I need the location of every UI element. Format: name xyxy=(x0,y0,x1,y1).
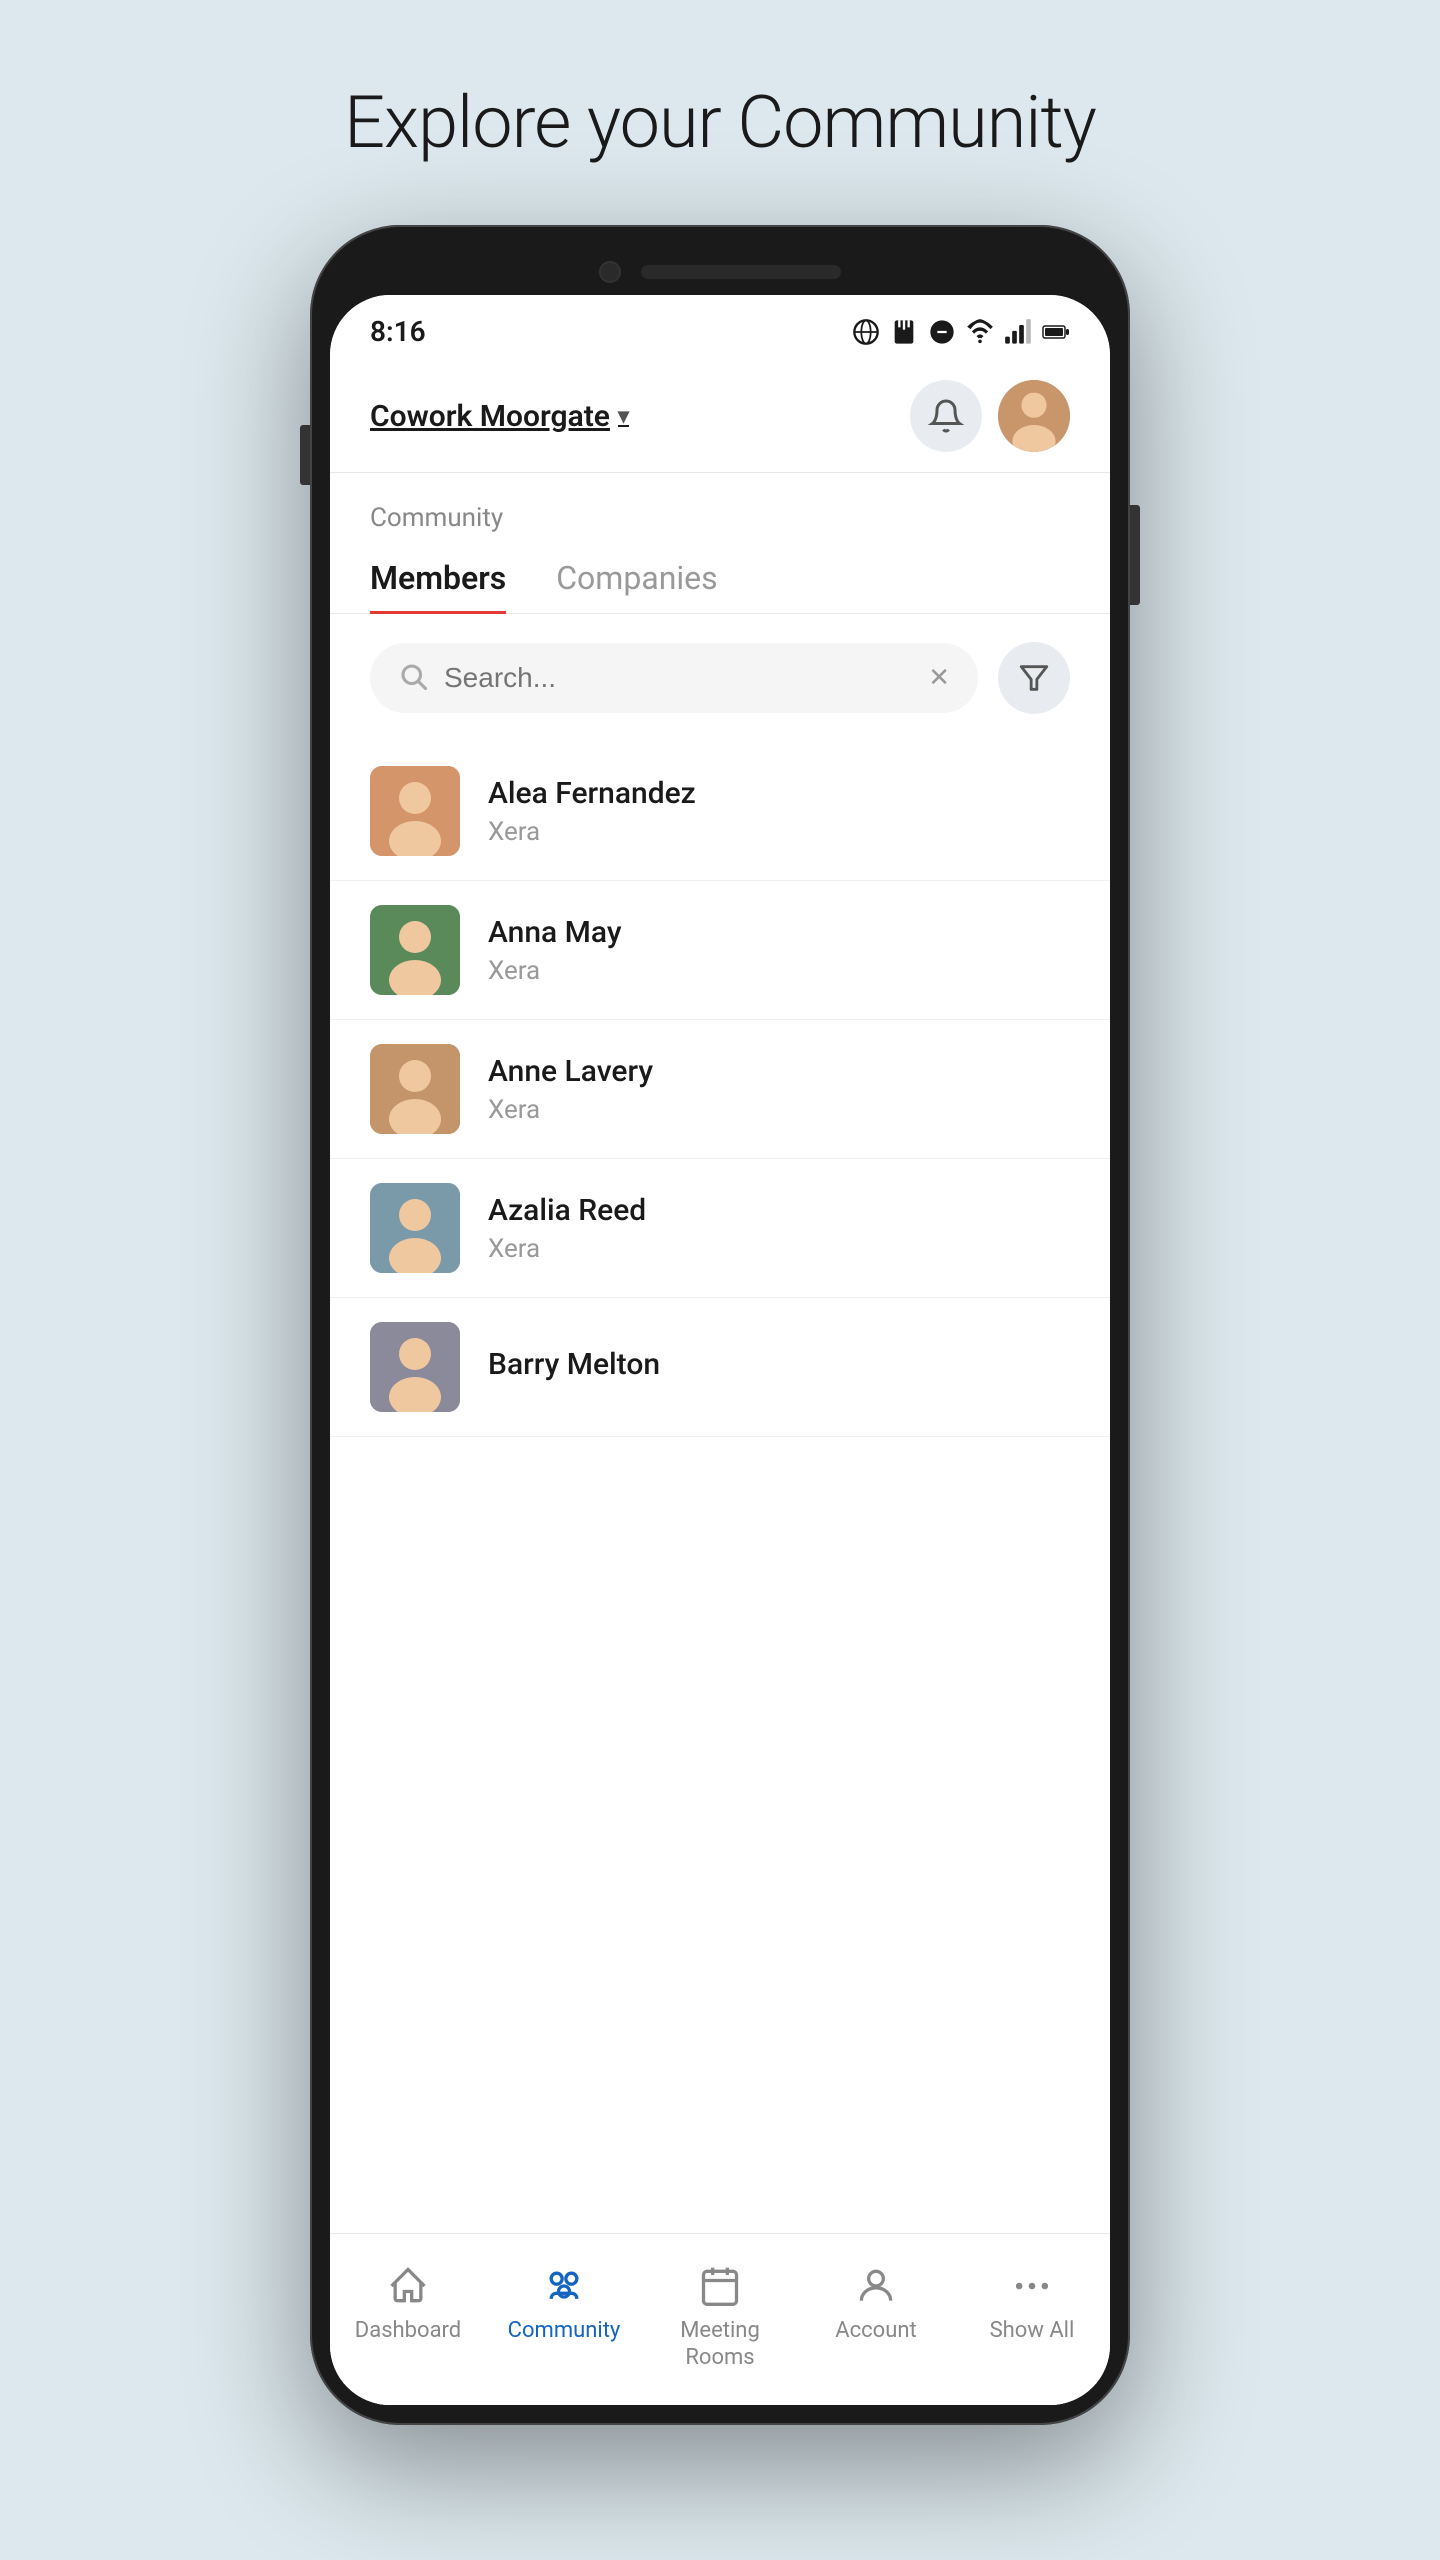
member-company: Xera xyxy=(488,1095,653,1125)
account-icon xyxy=(852,2262,900,2310)
member-avatar xyxy=(370,905,460,995)
member-avatar xyxy=(370,1322,460,1412)
status-icons xyxy=(852,318,1070,346)
avatar-svg xyxy=(370,905,460,995)
phone-notch xyxy=(330,245,1110,295)
phone-screen: 8:16 Cowork Moorgate ▾ xyxy=(330,295,1110,2405)
user-avatar[interactable] xyxy=(998,380,1070,452)
member-item[interactable]: Barry Melton xyxy=(330,1298,1110,1437)
community-icon xyxy=(540,2262,588,2310)
member-name: Barry Melton xyxy=(488,1347,660,1382)
community-svg xyxy=(542,2264,586,2308)
nav-label-dashboard: Dashboard xyxy=(355,2318,461,2344)
tab-members[interactable]: Members xyxy=(370,543,506,613)
member-name: Anna May xyxy=(488,915,622,950)
member-avatar xyxy=(370,766,460,856)
member-info: Anna May Xera xyxy=(488,915,622,986)
tabs-container: Members Companies xyxy=(330,543,1110,614)
home-icon xyxy=(386,2264,430,2308)
member-item[interactable]: Anne Lavery Xera xyxy=(330,1020,1110,1159)
member-company: Xera xyxy=(488,1234,646,1264)
member-name: Alea Fernandez xyxy=(488,776,696,811)
status-bar: 8:16 xyxy=(330,295,1110,360)
notification-button[interactable] xyxy=(910,380,982,452)
section-label: Community xyxy=(330,473,1110,543)
member-info: Barry Melton xyxy=(488,1347,660,1388)
avatar-svg xyxy=(370,766,460,856)
signal-icon xyxy=(1004,318,1032,346)
nav-item-show-all[interactable]: Show All xyxy=(954,2252,1110,2381)
nav-label-meeting-rooms: Meeting Rooms xyxy=(680,2318,760,2371)
workspace-selector[interactable]: Cowork Moorgate ▾ xyxy=(370,399,629,434)
member-company: Xera xyxy=(488,956,622,986)
speaker xyxy=(641,265,841,279)
avatar-svg xyxy=(370,1044,460,1134)
clear-icon[interactable]: ✕ xyxy=(928,663,950,693)
nav-item-meeting-rooms[interactable]: Meeting Rooms xyxy=(642,2252,798,2381)
member-info: Alea Fernandez Xera xyxy=(488,776,696,847)
sd-card-icon xyxy=(890,318,918,346)
member-list: Alea Fernandez Xera xyxy=(330,742,1110,2233)
filter-button[interactable] xyxy=(998,642,1070,714)
header-actions xyxy=(910,380,1070,452)
bell-icon xyxy=(928,398,964,434)
avatar-placeholder xyxy=(370,1322,460,1412)
status-time: 8:16 xyxy=(370,315,426,348)
search-svg xyxy=(398,661,428,691)
member-info: Anne Lavery Xera xyxy=(488,1054,653,1125)
avatar-placeholder xyxy=(370,1183,460,1273)
workspace-name-text: Cowork Moorgate xyxy=(370,399,610,434)
meeting-rooms-icon xyxy=(696,2262,744,2310)
side-button-right xyxy=(1130,505,1140,605)
camera xyxy=(599,261,621,283)
globe-icon xyxy=(852,318,880,346)
dots-icon xyxy=(1010,2264,1054,2308)
nav-item-community[interactable]: Community xyxy=(486,2252,642,2381)
chevron-down-icon: ▾ xyxy=(618,404,629,429)
wifi-icon xyxy=(966,318,994,346)
nav-label-account: Account xyxy=(835,2318,916,2344)
app-header: Cowork Moorgate ▾ xyxy=(330,360,1110,473)
avatar-image xyxy=(998,380,1070,452)
phone-frame: 8:16 Cowork Moorgate ▾ xyxy=(310,225,1130,2425)
nav-label-community: Community xyxy=(508,2318,621,2344)
avatar-svg xyxy=(370,1183,460,1273)
filter-icon xyxy=(1017,661,1051,695)
side-button-left xyxy=(300,425,310,485)
search-icon xyxy=(398,661,428,695)
avatar-svg xyxy=(370,1322,460,1412)
member-avatar xyxy=(370,1183,460,1273)
avatar-placeholder xyxy=(370,905,460,995)
member-name: Azalia Reed xyxy=(488,1193,646,1228)
member-name: Anne Lavery xyxy=(488,1054,653,1089)
search-input[interactable] xyxy=(444,662,912,694)
show-all-icon xyxy=(1008,2262,1056,2310)
avatar-placeholder xyxy=(370,766,460,856)
member-avatar xyxy=(370,1044,460,1134)
calendar-icon xyxy=(698,2264,742,2308)
bottom-nav: Dashboard Community xyxy=(330,2233,1110,2405)
page-title: Explore your Community xyxy=(344,80,1096,165)
member-item[interactable]: Alea Fernandez Xera xyxy=(330,742,1110,881)
person-icon xyxy=(854,2264,898,2308)
nav-label-show-all: Show All xyxy=(990,2318,1075,2344)
nav-item-account[interactable]: Account xyxy=(798,2252,954,2381)
search-row: ✕ xyxy=(330,614,1110,742)
tab-companies[interactable]: Companies xyxy=(556,543,717,613)
nav-item-dashboard[interactable]: Dashboard xyxy=(330,2252,486,2381)
member-info: Azalia Reed Xera xyxy=(488,1193,646,1264)
member-company: Xera xyxy=(488,817,696,847)
avatar-placeholder xyxy=(370,1044,460,1134)
member-item[interactable]: Anna May Xera xyxy=(330,881,1110,1020)
member-item[interactable]: Azalia Reed Xera xyxy=(330,1159,1110,1298)
search-input-wrap[interactable]: ✕ xyxy=(370,643,978,713)
dashboard-icon xyxy=(384,2262,432,2310)
avatar-svg xyxy=(998,380,1070,452)
battery-icon xyxy=(1042,318,1070,346)
dnd-icon xyxy=(928,318,956,346)
content-area: Community Members Companies ✕ xyxy=(330,473,1110,2405)
